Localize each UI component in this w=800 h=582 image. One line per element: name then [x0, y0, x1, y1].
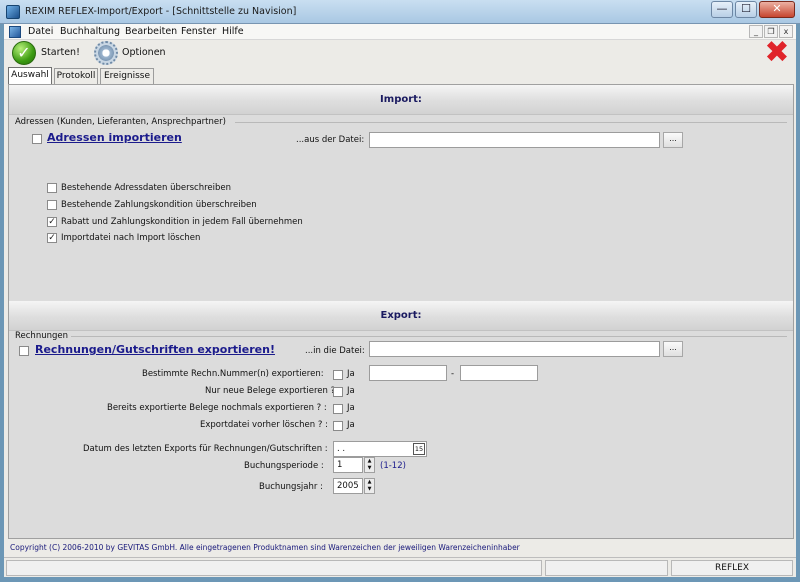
- start-button[interactable]: Starten!: [41, 47, 80, 58]
- gear-icon[interactable]: [94, 41, 118, 65]
- import-file-input[interactable]: [369, 132, 660, 148]
- delete-export-label: Exportdatei vorher löschen ? :: [200, 420, 328, 430]
- last-export-label: Datum des letzten Exports für Rechnungen…: [83, 444, 328, 454]
- menu-fenster[interactable]: Fenster: [181, 26, 216, 37]
- maximize-button[interactable]: ☐: [735, 1, 757, 18]
- export-file-label: ...in die Datei:: [305, 346, 365, 356]
- status-app-name: REFLEX: [671, 560, 793, 576]
- re-export-ja: Ja: [347, 403, 355, 413]
- opt-discount-checkbox[interactable]: ✓: [47, 217, 57, 227]
- year-label: Buchungsjahr :: [259, 482, 323, 492]
- year-spinner[interactable]: ▲ ▼: [364, 478, 375, 494]
- export-header: Export:: [9, 301, 793, 331]
- main-panel: Import: Adressen (Kunden, Lieferanten, A…: [8, 84, 794, 539]
- mdi-minimize-button[interactable]: _: [749, 25, 763, 38]
- options-button[interactable]: Optionen: [122, 47, 166, 58]
- delete-export-ja: Ja: [347, 420, 355, 430]
- opt-overwrite-address-label: Bestehende Adressdaten überschreiben: [61, 183, 231, 193]
- tab-protokoll[interactable]: Protokoll: [54, 68, 98, 84]
- import-group-label: Adressen (Kunden, Lieferanten, Ansprechp…: [15, 117, 226, 127]
- period-spinner[interactable]: ▲ ▼: [364, 457, 375, 473]
- re-export-checkbox[interactable]: [333, 404, 343, 414]
- app-frame: Datei Buchhaltung Bearbeiten Fenster Hil…: [4, 24, 796, 577]
- status-bar: REFLEX: [4, 557, 796, 577]
- period-label: Buchungsperiode :: [244, 461, 324, 471]
- specific-numbers-checkbox[interactable]: [333, 370, 343, 380]
- divider: [71, 336, 787, 337]
- status-cell-middle: [545, 560, 668, 576]
- copyright-text: Copyright (C) 2006-2010 by GEVITAS GmbH.…: [10, 543, 520, 552]
- check-icon[interactable]: ✓: [12, 41, 36, 65]
- range-from-input[interactable]: [369, 365, 447, 381]
- opt-delete-import-checkbox[interactable]: ✓: [47, 233, 57, 243]
- import-addresses-label: Adressen importieren: [47, 131, 182, 144]
- year-input[interactable]: 2005: [333, 478, 363, 494]
- re-export-label: Bereits exportierte Belege nochmals expo…: [107, 403, 327, 413]
- new-docs-label: Nur neue Belege exportieren ? :: [205, 386, 341, 396]
- range-to-input[interactable]: [460, 365, 538, 381]
- calendar-icon[interactable]: 15: [413, 443, 425, 455]
- opt-overwrite-payment-label: Bestehende Zahlungskondition überschreib…: [61, 200, 257, 210]
- export-browse-button[interactable]: ...: [663, 341, 683, 357]
- specific-numbers-ja: Ja: [347, 369, 355, 379]
- toolbar: ✓ Starten! Optionen ✖: [4, 38, 796, 68]
- period-hint: (1-12): [380, 461, 406, 471]
- export-file-input[interactable]: [369, 341, 660, 357]
- import-addresses-checkbox[interactable]: [32, 134, 42, 144]
- document-icon[interactable]: [9, 26, 21, 38]
- import-header: Import:: [9, 85, 793, 115]
- window-titlebar[interactable]: REXIM REFLEX-Import/Export - [Schnittste…: [0, 0, 800, 24]
- menu-bearbeiten[interactable]: Bearbeiten: [125, 26, 177, 37]
- tab-auswahl[interactable]: Auswahl: [8, 67, 52, 85]
- range-separator: -: [451, 369, 455, 379]
- window-title: REXIM REFLEX-Import/Export - [Schnittste…: [25, 6, 297, 17]
- new-docs-checkbox[interactable]: [333, 387, 343, 397]
- status-cell-main: [6, 560, 542, 576]
- delete-export-checkbox[interactable]: [333, 421, 343, 431]
- specific-numbers-label: Bestimmte Rechn.Nummer(n) exportieren:: [142, 369, 324, 379]
- menu-hilfe[interactable]: Hilfe: [222, 26, 244, 37]
- divider: [235, 122, 787, 123]
- export-group-label: Rechnungen: [15, 331, 68, 341]
- menu-buchhaltung[interactable]: Buchhaltung: [60, 26, 120, 37]
- opt-overwrite-payment-checkbox[interactable]: [47, 200, 57, 210]
- import-browse-button[interactable]: ...: [663, 132, 683, 148]
- close-button[interactable]: ✕: [759, 1, 795, 18]
- opt-overwrite-address-checkbox[interactable]: [47, 183, 57, 193]
- minimize-button[interactable]: —: [711, 1, 733, 18]
- export-invoices-label: Rechnungen/Gutschriften exportieren!: [35, 343, 275, 356]
- export-invoices-checkbox[interactable]: [19, 346, 29, 356]
- tab-ereignisse[interactable]: Ereignisse: [100, 68, 154, 84]
- opt-delete-import-label: Importdatei nach Import löschen: [61, 233, 201, 243]
- opt-discount-label: Rabatt und Zahlungskondition in jedem Fa…: [61, 217, 303, 227]
- app-icon: [6, 5, 20, 19]
- new-docs-ja: Ja: [347, 386, 355, 396]
- menu-bar: Datei Buchhaltung Bearbeiten Fenster Hil…: [4, 24, 796, 40]
- menu-datei[interactable]: Datei: [28, 26, 53, 37]
- period-input[interactable]: 1: [333, 457, 363, 473]
- exit-icon[interactable]: ✖: [762, 38, 792, 68]
- import-file-label: ...aus der Datei:: [296, 135, 365, 145]
